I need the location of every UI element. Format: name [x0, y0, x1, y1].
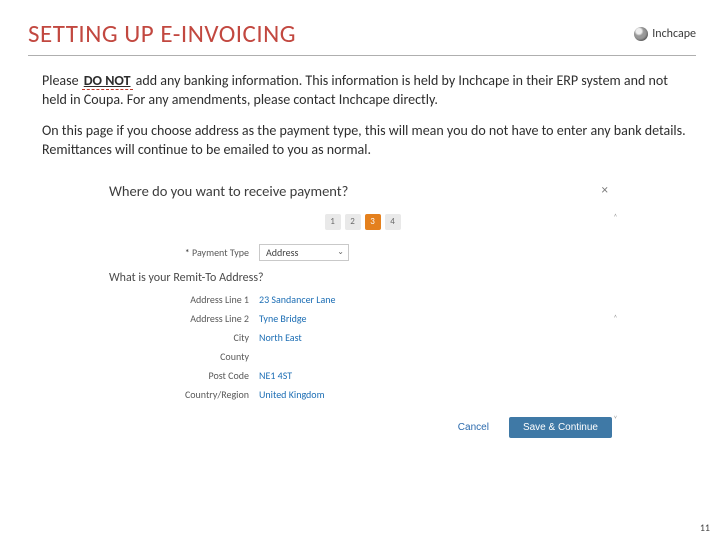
brand-logo: Inchcape: [634, 27, 696, 41]
postcode-value: NE1 4ST: [259, 369, 292, 382]
payment-modal: ˄ ˄ ˅ Where do you want to receive payme…: [108, 182, 616, 438]
postcode-label: Post Code: [109, 369, 259, 382]
page-number: 11: [700, 521, 710, 534]
city-label: City: [109, 331, 259, 344]
country-value: United Kingdom: [259, 388, 325, 401]
chevron-up-icon: ˄: [614, 313, 618, 324]
divider: [28, 55, 696, 56]
county-label: County: [109, 350, 259, 363]
remit-to-heading: What is your Remit-To Address?: [109, 271, 616, 285]
paragraph-2: On this page if you choose address as th…: [42, 122, 686, 160]
wizard-stepper: 1 2 3 4: [109, 214, 616, 230]
payment-type-value: Address: [266, 246, 325, 259]
addr1-label: Address Line 1: [109, 293, 259, 306]
paragraph-1: Please DO NOT add any banking informatio…: [42, 72, 686, 110]
addr2-label: Address Line 2: [109, 312, 259, 325]
text-fragment: add any banking information. This inform…: [42, 72, 668, 108]
city-value: North East: [259, 331, 302, 344]
modal-title: Where do you want to receive payment?: [109, 182, 348, 200]
globe-icon: [634, 27, 648, 41]
step-3[interactable]: 3: [365, 214, 381, 230]
payment-type-label: Payment Type: [109, 246, 259, 259]
addr2-value: Tyne Bridge: [259, 312, 307, 325]
save-continue-button[interactable]: Save & Continue: [509, 417, 612, 438]
step-2[interactable]: 2: [345, 214, 361, 230]
chevron-down-icon: ⌄: [337, 247, 344, 257]
scroll-indicator-column: ˄ ˄ ˅: [613, 212, 618, 425]
chevron-up-icon: ˄: [614, 212, 618, 223]
payment-type-select[interactable]: Address ⌄: [259, 244, 349, 261]
page-title: SETTING UP E-INVOICING: [28, 18, 296, 49]
addr1-value: 23 Sandancer Lane: [259, 293, 336, 306]
emphasis-do-not: DO NOT: [82, 72, 133, 90]
brand-name: Inchcape: [652, 27, 696, 41]
text-fragment: Please: [42, 72, 82, 89]
step-1[interactable]: 1: [325, 214, 341, 230]
step-4[interactable]: 4: [385, 214, 401, 230]
country-label: Country/Region: [109, 388, 259, 401]
cancel-button[interactable]: Cancel: [448, 417, 499, 438]
chevron-down-icon: ˅: [614, 414, 618, 425]
close-icon[interactable]: ×: [598, 182, 612, 199]
